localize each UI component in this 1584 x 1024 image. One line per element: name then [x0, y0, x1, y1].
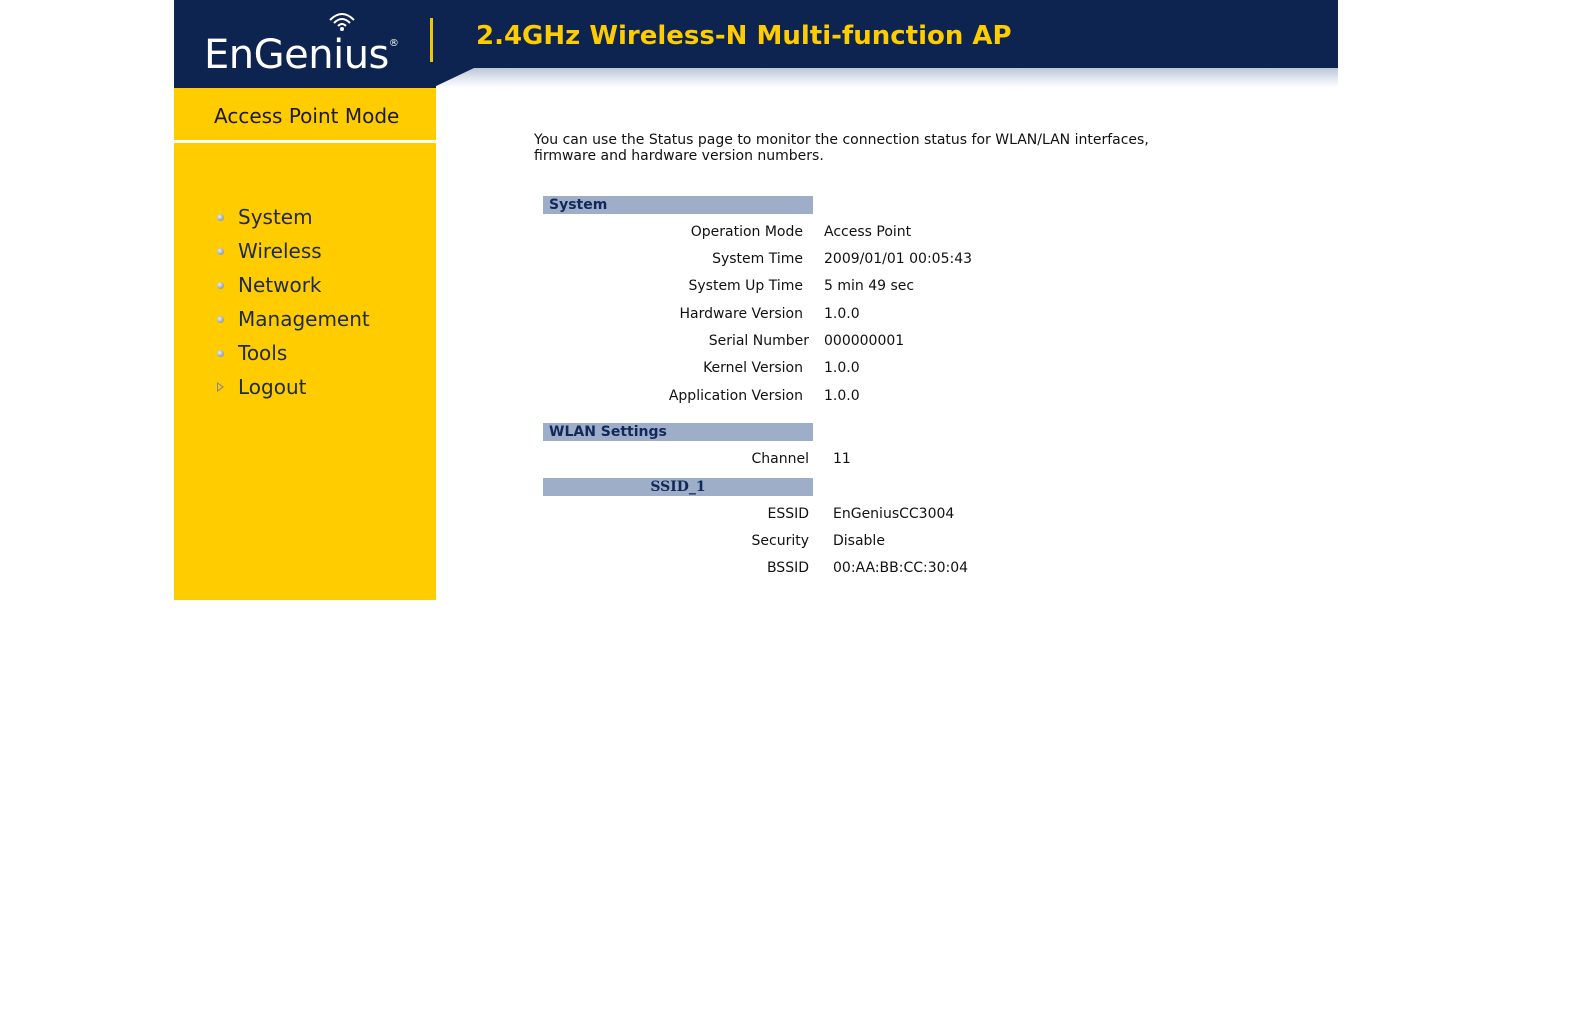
- sidebar-item-label: Logout: [238, 375, 307, 399]
- sidebar-item-logout[interactable]: Logout: [214, 370, 370, 404]
- wlan-section-header: WLAN Settings: [543, 423, 813, 441]
- sidebar-item-label: Tools: [238, 341, 288, 365]
- sidebar-item-label: Management: [238, 307, 370, 331]
- status-content: You can use the Status page to monitor t…: [534, 132, 1234, 576]
- logo-registered-mark: ®: [388, 38, 399, 49]
- row-label: Kernel Version: [703, 360, 803, 376]
- row-label: System Time: [712, 251, 803, 267]
- ssid-section-header: SSID_1: [543, 478, 813, 496]
- mode-box: Access Point Mode: [174, 88, 436, 143]
- row-label: Application Version: [668, 388, 803, 404]
- product-title: 2.4GHz Wireless-N Multi-function AP: [476, 21, 1012, 51]
- row-value: Disable: [833, 533, 885, 549]
- row-label: System Up Time: [688, 278, 803, 294]
- row-value: 2009/01/01 00:05:43: [824, 251, 973, 267]
- sidebar: Access Point Mode System Wireless Networ…: [174, 88, 436, 600]
- row-value: Access Point: [824, 224, 912, 240]
- page-frame: EnGenius® 2.4GHz Wireless-N Multi-functi…: [174, 0, 1338, 600]
- row-label: Hardware Version: [679, 306, 803, 322]
- engenius-logo[interactable]: EnGenius®: [204, 16, 399, 78]
- intro-line-2: firmware and hardware version numbers.: [534, 148, 824, 164]
- bullet-icon: [217, 349, 224, 357]
- sidebar-item-wireless[interactable]: Wireless: [214, 234, 370, 268]
- header-notch: [432, 68, 474, 88]
- row-label: Operation Mode: [690, 224, 803, 240]
- sidebar-item-management[interactable]: Management: [214, 302, 370, 336]
- header-banner: EnGenius® 2.4GHz Wireless-N Multi-functi…: [174, 0, 1338, 88]
- bullet-icon: [217, 247, 224, 255]
- row-value: 1.0.0: [824, 360, 860, 376]
- intro-text: You can use the Status page to monitor t…: [534, 132, 1194, 164]
- sidebar-item-label: Wireless: [238, 239, 322, 263]
- row-value: EnGeniusCC3004: [833, 506, 955, 522]
- header-fade-strip: [436, 68, 1338, 88]
- row-value: 1.0.0: [824, 306, 860, 322]
- sidebar-item-tools[interactable]: Tools: [214, 336, 370, 370]
- sidebar-item-label: Network: [238, 273, 322, 297]
- row-label: BSSID: [766, 560, 809, 576]
- row-value: 000000001: [824, 333, 905, 349]
- sidebar-item-network[interactable]: Network: [214, 268, 370, 302]
- arrow-right-icon: [217, 382, 224, 392]
- system-section-header: System: [543, 196, 813, 214]
- sidebar-nav: System Wireless Network Management Tools…: [214, 200, 370, 404]
- row-value: 1.0.0: [824, 388, 860, 404]
- row-label: Channel: [751, 451, 809, 467]
- bullet-icon: [217, 281, 224, 289]
- row-label: Serial Number: [708, 333, 809, 349]
- intro-line-1: You can use the Status page to monitor t…: [534, 132, 1149, 148]
- sidebar-item-label: System: [238, 205, 313, 229]
- sidebar-item-system[interactable]: System: [214, 200, 370, 234]
- bullet-icon: [217, 213, 224, 221]
- row-value: 5 min 49 sec: [824, 278, 915, 294]
- row-label: Security: [751, 533, 810, 549]
- row-value: 00:AA:BB:CC:30:04: [833, 560, 969, 576]
- row-value: 11: [833, 451, 851, 467]
- header-divider: [430, 18, 433, 62]
- wifi-signal-icon: [329, 13, 355, 31]
- logo-text: EnGenius: [204, 32, 389, 78]
- row-label: ESSID: [767, 506, 809, 522]
- bullet-icon: [217, 315, 224, 323]
- mode-label: Access Point Mode: [214, 104, 400, 128]
